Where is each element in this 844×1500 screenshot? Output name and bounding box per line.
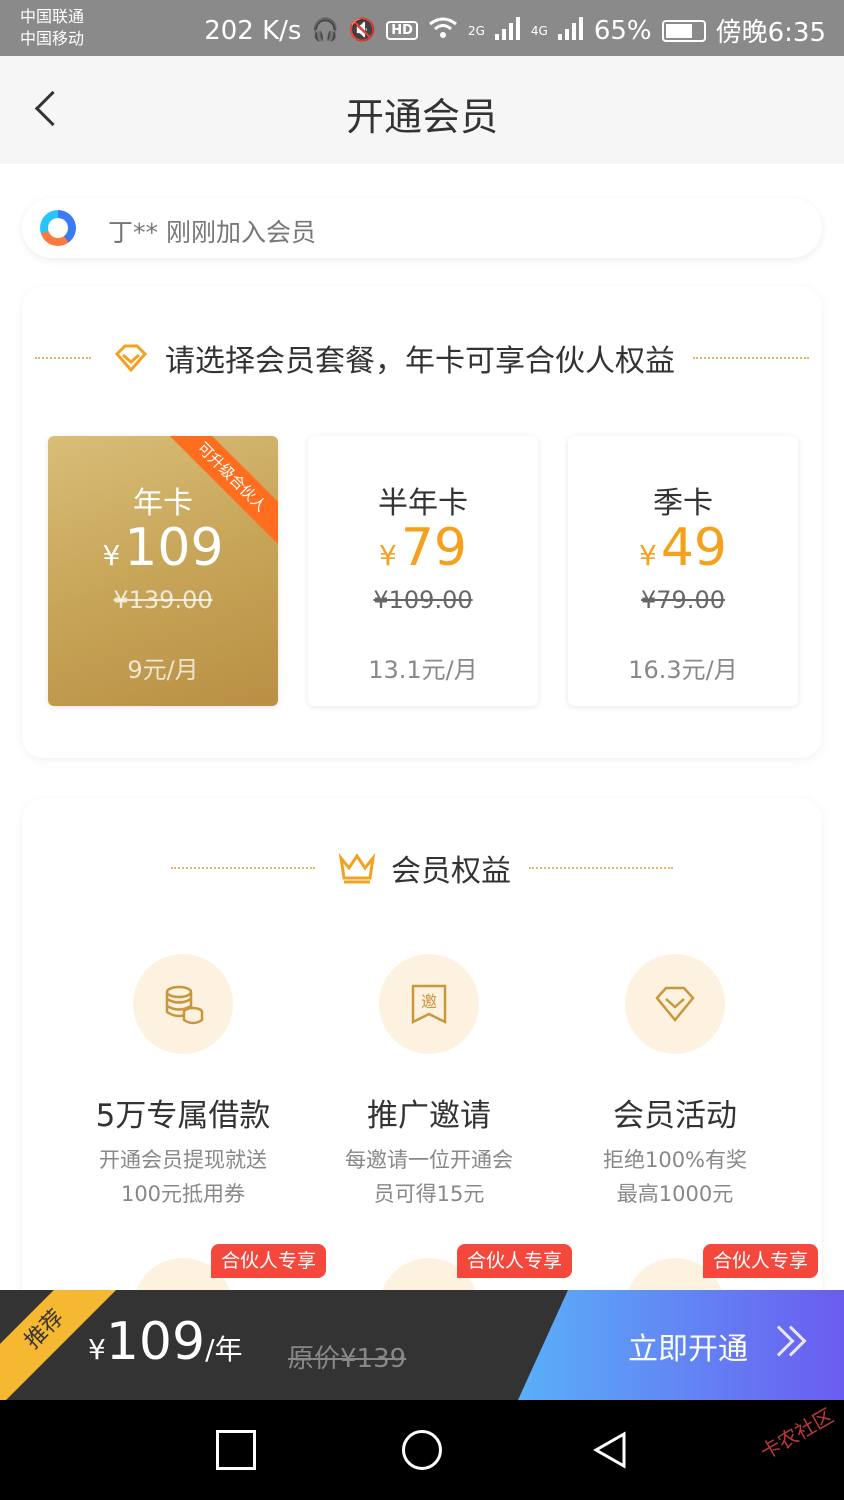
- crown-icon: [338, 852, 376, 884]
- join-notice: 丁** 刚刚加入会员: [22, 198, 822, 258]
- home-icon[interactable]: [402, 1430, 442, 1470]
- status-indicators: 202 K/s 🎧 🔇 HD 2G 4G 65% 傍晚6:35: [204, 12, 826, 49]
- open-button-label: 立即开通: [628, 1332, 748, 1367]
- plan-original-price: ¥109.00: [373, 586, 473, 614]
- battery-icon: [661, 19, 706, 42]
- benefit-icon-bg: [133, 954, 233, 1054]
- plan-name: 年卡: [133, 486, 193, 521]
- benefit-desc: 每邀请一位开通会 员可得15元: [345, 1148, 513, 1206]
- divider: [529, 867, 673, 869]
- plan-card-quarter[interactable]: 季卡 ¥49 ¥79.00 16.3元/月: [568, 436, 798, 706]
- benefit-icon-bg: 邀: [379, 954, 479, 1054]
- benefit-desc: 拒绝100%有奖 最高1000元: [602, 1148, 748, 1206]
- page-title: 开通会员: [345, 95, 498, 139]
- plan-card-annual[interactable]: 可升级合伙人 年卡 ¥109 ¥139.00 9元/月: [48, 436, 278, 706]
- benefit-title: 会员活动: [613, 1098, 737, 1134]
- plan-original-price: ¥139.00: [113, 586, 213, 614]
- mute-icon: 🔇: [348, 18, 377, 43]
- signal-label-2: 4G: [530, 23, 548, 38]
- signal-icon: [494, 16, 521, 46]
- clock: 傍晚6:35: [715, 18, 826, 48]
- diamond-icon: [655, 986, 695, 1022]
- status-bar: 中国联通 中国移动 202 K/s 🎧 🔇 HD 2G 4G 65% 傍晚6:3…: [0, 0, 844, 56]
- headphones-icon: 🎧: [311, 18, 339, 43]
- diamond-icon: [114, 344, 148, 373]
- open-membership-button[interactable]: 立即开通: [518, 1290, 844, 1400]
- nav-bar: 开通会员: [0, 56, 844, 164]
- plan-monthly-price: 9元/月: [127, 656, 199, 684]
- benefit-icon-bg: [625, 954, 725, 1054]
- notice-text: 丁** 刚刚加入会员: [108, 218, 316, 247]
- benefits-card: 会员权益 5万专属借款 开通会员提现就送 100元抵用券 邀 推广邀请 每邀请一…: [22, 798, 822, 1358]
- divider: [171, 867, 315, 869]
- divider: [693, 357, 809, 359]
- hd-icon: HD: [386, 21, 418, 40]
- benefit-desc: 开通会员提现就送 100元抵用券: [99, 1148, 267, 1206]
- app-logo-icon: [40, 210, 76, 246]
- plan-price: ¥79: [379, 518, 467, 578]
- plan-name: 季卡: [653, 486, 713, 521]
- benefit-title: 5万专属借款: [95, 1098, 271, 1134]
- benefit-list: 5万专属借款 开通会员提现就送 100元抵用券 邀 推广邀请 每邀请一位开通会 …: [78, 954, 780, 1211]
- plan-monthly-price: 13.1元/月: [368, 656, 478, 684]
- wifi-icon: [428, 16, 458, 46]
- plan-original-price: ¥79.00: [641, 586, 725, 614]
- plan-price: ¥109: [102, 518, 224, 578]
- main-content[interactable]: 丁** 刚刚加入会员 请选择会员套餐，年卡可享合伙人权益 可升级合伙人 年卡 ¥…: [0, 164, 844, 1358]
- partner-tag: 合伙人专享: [211, 1244, 327, 1278]
- signal-label-1: 2G: [467, 23, 485, 38]
- svg-text:邀: 邀: [421, 992, 437, 1011]
- benefits-title-text: 会员权益: [391, 854, 511, 889]
- invite-icon: 邀: [411, 984, 447, 1025]
- benefit-activity[interactable]: 会员活动 拒绝100%有奖 最高1000元: [570, 954, 780, 1211]
- purchase-price: ¥109/年: [88, 1312, 243, 1372]
- recent-apps-icon[interactable]: [216, 1430, 256, 1470]
- system-nav-bar: 卡农社区: [0, 1400, 844, 1500]
- watermark: 卡农社区: [756, 1403, 838, 1465]
- carrier-1: 中国联通: [20, 7, 85, 26]
- carrier-2: 中国移动: [20, 29, 85, 48]
- purchase-original-price: 原价¥139: [288, 1344, 407, 1374]
- coins-icon: [165, 985, 204, 1025]
- plan-price: ¥49: [639, 518, 727, 578]
- back-icon[interactable]: [590, 1430, 630, 1470]
- network-speed: 202 K/s: [204, 15, 302, 46]
- divider: [35, 357, 91, 359]
- signal-icon-2: [557, 16, 584, 46]
- plan-name: 半年卡: [378, 486, 468, 521]
- benefits-section-title: 会员权益: [22, 846, 822, 890]
- plans-card: 请选择会员套餐，年卡可享合伙人权益 可升级合伙人 年卡 ¥109 ¥139.00…: [22, 286, 822, 758]
- plan-list: 可升级合伙人 年卡 ¥109 ¥139.00 9元/月 半年卡 ¥79 ¥109…: [48, 436, 798, 706]
- carrier-info: 中国联通 中国移动: [20, 6, 84, 50]
- plans-title-text: 请选择会员套餐，年卡可享合伙人权益: [165, 344, 675, 379]
- benefit-loan[interactable]: 5万专属借款 开通会员提现就送 100元抵用券: [78, 954, 288, 1211]
- partner-tag: 合伙人专享: [703, 1244, 819, 1278]
- partner-tag: 合伙人专享: [457, 1244, 573, 1278]
- purchase-bar: 推荐 ¥109/年 原价¥139 立即开通: [0, 1290, 844, 1400]
- benefit-invite[interactable]: 邀 推广邀请 每邀请一位开通会 员可得15元: [324, 954, 534, 1211]
- plan-card-half-year[interactable]: 半年卡 ¥79 ¥109.00 13.1元/月: [308, 436, 538, 706]
- plans-section-title: 请选择会员套餐，年卡可享合伙人权益: [22, 336, 822, 380]
- plan-monthly-price: 16.3元/月: [628, 656, 738, 684]
- battery-percent: 65%: [593, 15, 652, 46]
- benefit-title: 推广邀请: [367, 1098, 491, 1134]
